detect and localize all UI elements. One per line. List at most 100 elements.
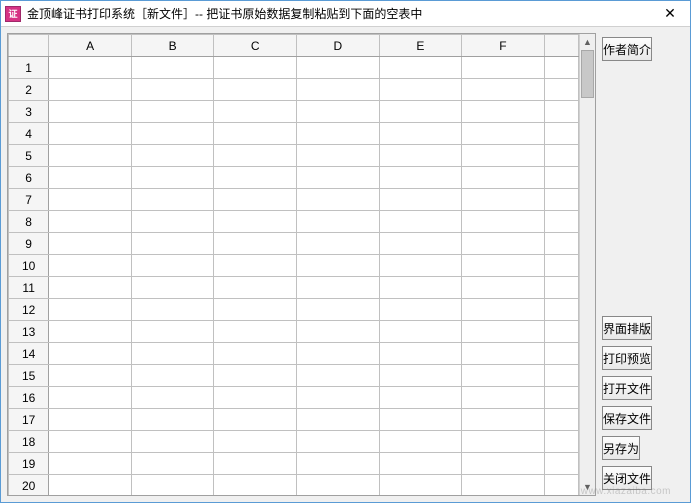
- scroll-thumb[interactable]: [581, 50, 594, 98]
- cell[interactable]: [297, 123, 380, 145]
- cell[interactable]: [544, 343, 578, 365]
- cell[interactable]: [49, 387, 132, 409]
- cell[interactable]: [544, 233, 578, 255]
- cell[interactable]: [544, 145, 578, 167]
- row-header[interactable]: 7: [9, 189, 49, 211]
- cell[interactable]: [379, 409, 462, 431]
- cell[interactable]: [131, 277, 214, 299]
- layout-button[interactable]: 界面排版: [602, 316, 652, 340]
- cell[interactable]: [297, 431, 380, 453]
- cell[interactable]: [131, 299, 214, 321]
- cell[interactable]: [49, 277, 132, 299]
- column-header[interactable]: C: [214, 35, 297, 57]
- cell[interactable]: [462, 343, 545, 365]
- cell[interactable]: [297, 277, 380, 299]
- cell[interactable]: [214, 343, 297, 365]
- cell[interactable]: [379, 57, 462, 79]
- cell[interactable]: [297, 57, 380, 79]
- cell[interactable]: [379, 233, 462, 255]
- scroll-up-arrow[interactable]: ▲: [580, 34, 595, 50]
- print-preview-button[interactable]: 打印预览: [602, 346, 652, 370]
- cell[interactable]: [214, 233, 297, 255]
- cell[interactable]: [544, 123, 578, 145]
- vertical-scrollbar[interactable]: ▲ ▼: [579, 34, 595, 495]
- cell[interactable]: [462, 101, 545, 123]
- row-header[interactable]: 2: [9, 79, 49, 101]
- cell[interactable]: [131, 321, 214, 343]
- cell[interactable]: [49, 299, 132, 321]
- spreadsheet[interactable]: ABCDEF 1234567891011121314151617181920: [8, 34, 579, 495]
- cell[interactable]: [379, 255, 462, 277]
- column-header[interactable]: B: [131, 35, 214, 57]
- cell[interactable]: [379, 343, 462, 365]
- cell[interactable]: [544, 79, 578, 101]
- cell[interactable]: [462, 79, 545, 101]
- cell[interactable]: [131, 255, 214, 277]
- cell[interactable]: [49, 101, 132, 123]
- cell[interactable]: [379, 101, 462, 123]
- cell[interactable]: [379, 145, 462, 167]
- cell[interactable]: [131, 365, 214, 387]
- cell[interactable]: [544, 211, 578, 233]
- cell[interactable]: [49, 145, 132, 167]
- cell[interactable]: [297, 167, 380, 189]
- cell[interactable]: [49, 233, 132, 255]
- scroll-down-arrow[interactable]: ▼: [580, 479, 595, 495]
- cell[interactable]: [462, 365, 545, 387]
- cell[interactable]: [49, 123, 132, 145]
- cell[interactable]: [379, 321, 462, 343]
- cell[interactable]: [462, 277, 545, 299]
- cell[interactable]: [49, 255, 132, 277]
- open-file-button[interactable]: 打开文件: [602, 376, 652, 400]
- cell[interactable]: [131, 101, 214, 123]
- cell[interactable]: [297, 233, 380, 255]
- cell[interactable]: [214, 123, 297, 145]
- cell[interactable]: [49, 409, 132, 431]
- cell[interactable]: [214, 79, 297, 101]
- cell[interactable]: [214, 255, 297, 277]
- cell[interactable]: [131, 343, 214, 365]
- cell[interactable]: [462, 387, 545, 409]
- cell[interactable]: [544, 189, 578, 211]
- cell[interactable]: [131, 79, 214, 101]
- cell[interactable]: [297, 453, 380, 475]
- cell[interactable]: [544, 101, 578, 123]
- cell[interactable]: [297, 299, 380, 321]
- cell[interactable]: [131, 409, 214, 431]
- cell[interactable]: [131, 233, 214, 255]
- cell[interactable]: [462, 233, 545, 255]
- cell[interactable]: [131, 387, 214, 409]
- cell[interactable]: [462, 453, 545, 475]
- cell[interactable]: [379, 387, 462, 409]
- cell[interactable]: [297, 101, 380, 123]
- cell[interactable]: [49, 167, 132, 189]
- cell[interactable]: [379, 299, 462, 321]
- row-header[interactable]: 14: [9, 343, 49, 365]
- row-header[interactable]: 20: [9, 475, 49, 496]
- cell[interactable]: [131, 167, 214, 189]
- column-header[interactable]: F: [462, 35, 545, 57]
- cell[interactable]: [297, 145, 380, 167]
- cell[interactable]: [131, 475, 214, 496]
- cell[interactable]: [544, 387, 578, 409]
- cell[interactable]: [214, 189, 297, 211]
- cell[interactable]: [379, 211, 462, 233]
- row-header[interactable]: 18: [9, 431, 49, 453]
- select-all-corner[interactable]: [9, 35, 49, 57]
- column-header[interactable]: D: [297, 35, 380, 57]
- row-header[interactable]: 17: [9, 409, 49, 431]
- row-header[interactable]: 19: [9, 453, 49, 475]
- cell[interactable]: [49, 453, 132, 475]
- cell[interactable]: [297, 475, 380, 496]
- cell[interactable]: [544, 475, 578, 496]
- cell[interactable]: [544, 255, 578, 277]
- save-as-button[interactable]: 另存为: [602, 436, 640, 460]
- save-file-button[interactable]: 保存文件: [602, 406, 652, 430]
- cell[interactable]: [49, 79, 132, 101]
- cell[interactable]: [462, 57, 545, 79]
- cell[interactable]: [214, 387, 297, 409]
- cell[interactable]: [214, 145, 297, 167]
- column-header[interactable]: E: [379, 35, 462, 57]
- cell[interactable]: [131, 189, 214, 211]
- cell[interactable]: [131, 123, 214, 145]
